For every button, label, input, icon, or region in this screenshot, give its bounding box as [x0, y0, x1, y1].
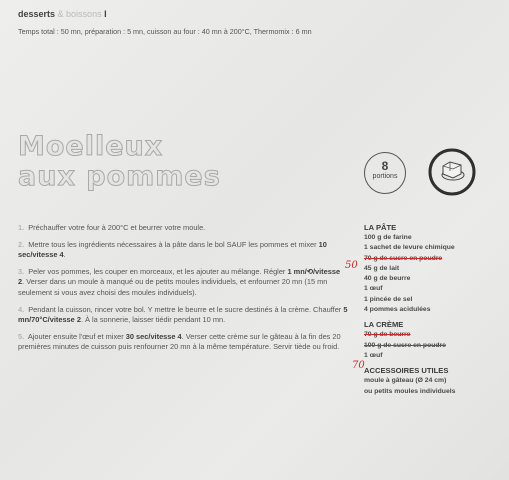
recipe-title: Moelleux aux pommes: [18, 131, 221, 192]
ingredient-item: 70 g de beurre: [364, 331, 411, 339]
instructions: 1. Préchauffer votre four à 200°C et beu…: [18, 223, 348, 359]
ingredient-item: 100 g de sucre en poudre: [364, 341, 446, 349]
category-header: desserts & boissons I: [18, 9, 107, 19]
ingredient-item: 1 œuf: [364, 285, 383, 293]
section-heading-accessoires: ACCESSOIRES UTILES: [364, 366, 449, 376]
portions-label: portions: [372, 173, 398, 180]
handwritten-note-sugar: 50: [345, 260, 358, 271]
category-label: desserts: [18, 9, 56, 19]
portions-number: 8: [381, 159, 389, 173]
category-suffix: I: [104, 9, 107, 19]
section-heading-creme: LA CRÈME: [364, 320, 404, 330]
step-2: 2. Mettre tous les ingrédients nécessair…: [18, 239, 327, 260]
title-line-1: Moelleux: [18, 131, 164, 162]
title-line-2: aux pommes: [18, 161, 221, 192]
ingredient-item: 1 œuf: [364, 351, 383, 359]
accessory-item: ou petits moules individuels: [364, 387, 456, 395]
accessories-list: moule à gâteau (Ø 24 cm) ou petits moule…: [364, 376, 494, 397]
thermomix-bowl-icon: [428, 148, 476, 196]
ingredient-item: 70 g de sucre en poudre: [364, 254, 443, 262]
step-3: 3. Peler vos pommes, les couper en morce…: [18, 266, 341, 297]
ingredient-item: 40 g de beurre: [364, 275, 411, 283]
category-secondary: & boissons: [57, 9, 102, 19]
ingredient-item: 4 pommes acidulées: [364, 306, 431, 314]
step-4: 4. Pendant la cuisson, rincer votre bol.…: [18, 304, 348, 325]
portions-badge: 8 portions: [364, 152, 406, 194]
ingredient-item: 1 sachet de levure chimique: [364, 244, 455, 252]
section-heading-pate: LA PÂTE: [364, 223, 397, 232]
ingredient-list-creme: 70 g de beurre 100 g de sucre en poudre …: [364, 330, 494, 361]
step-5: 5. Ajouter ensuite l'œuf et mixer 30 sec…: [18, 331, 341, 352]
ingredient-list-pate: 100 g de farine 1 sachet de levure chimi…: [364, 233, 494, 315]
handwritten-note-sugar-creme: 70: [352, 360, 365, 371]
time-summary: Temps total : 50 mn, préparation : 5 mn,…: [18, 27, 312, 36]
ingredient-item: 1 pincée de sel: [364, 295, 413, 303]
ingredient-item: 100 g de farine: [364, 234, 412, 241]
accessory-item: moule à gâteau (Ø 24 cm): [364, 377, 447, 385]
ingredients-panel: LA PÂTE 100 g de farine 1 sachet de levu…: [364, 223, 494, 397]
ingredient-item: 45 g de lait: [364, 264, 400, 272]
step-1: 1. Préchauffer votre four à 200°C et beu…: [18, 223, 206, 232]
